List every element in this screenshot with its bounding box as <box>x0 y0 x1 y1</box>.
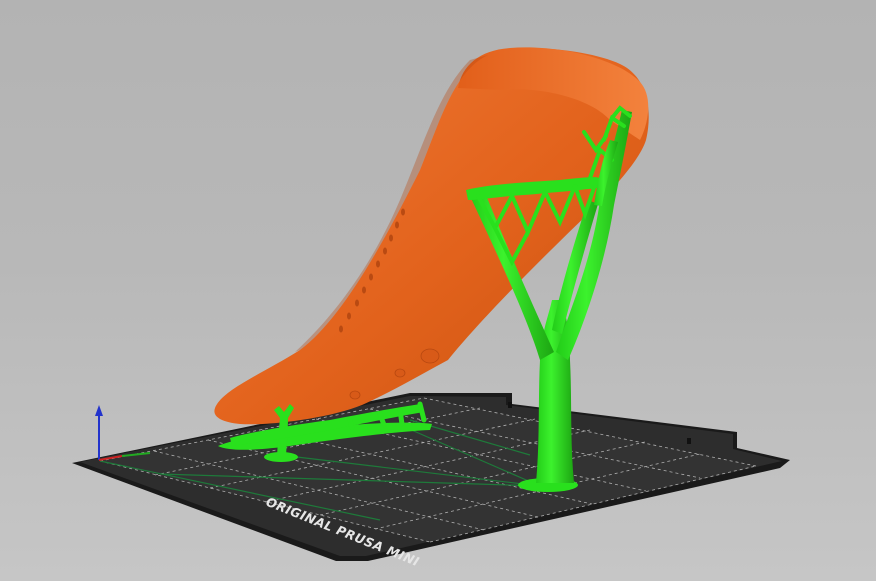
bed-marker <box>687 438 691 444</box>
3d-viewport[interactable]: ORIGINAL PRUSA MINI <box>0 0 876 581</box>
z-axis-arrow <box>95 405 103 416</box>
bed-marker <box>508 402 512 408</box>
scene-canvas[interactable]: ORIGINAL PRUSA MINI <box>0 0 876 581</box>
bed-sheet <box>100 398 756 542</box>
print-bed[interactable]: ORIGINAL PRUSA MINI <box>72 393 790 569</box>
